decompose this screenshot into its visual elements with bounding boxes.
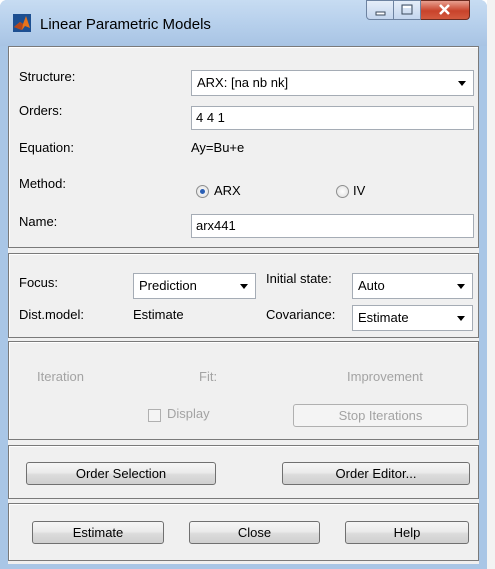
iteration-panel: Iteration Fit: Improvement Display Stop … <box>8 341 479 440</box>
focus-select[interactable]: Prediction <box>133 273 256 299</box>
initial-state-select[interactable]: Auto <box>352 273 473 299</box>
covariance-value: Estimate <box>358 310 409 325</box>
chevron-down-icon <box>237 274 251 298</box>
dialog-content: Structure: ARX: [na nb nk] Orders: 4 4 1… <box>8 46 479 564</box>
options-panel: Focus: Prediction Initial state: Auto Di… <box>8 253 479 338</box>
display-checkbox[interactable] <box>148 409 161 422</box>
order-editor-button[interactable]: Order Editor... <box>282 462 470 485</box>
equation-value: Ay=Bu+e <box>191 140 245 155</box>
structure-label: Structure: <box>19 69 76 84</box>
dist-model-value: Estimate <box>133 307 184 322</box>
structure-panel: Structure: ARX: [na nb nk] Orders: 4 4 1… <box>8 46 479 248</box>
minimize-button[interactable] <box>366 0 394 20</box>
close-window-button[interactable] <box>421 0 470 20</box>
orders-label: Orders: <box>19 103 63 118</box>
maximize-button[interactable] <box>394 0 421 20</box>
name-label: Name: <box>19 214 58 229</box>
radio-arx[interactable] <box>196 185 209 198</box>
chevron-down-icon <box>454 306 468 330</box>
close-icon <box>439 4 450 15</box>
iteration-label: Iteration <box>37 369 84 384</box>
minimize-icon <box>375 11 386 16</box>
covariance-label: Covariance: <box>266 307 336 322</box>
estimate-button[interactable]: Estimate <box>32 521 164 544</box>
focus-label: Focus: <box>19 275 59 290</box>
improvement-label: Improvement <box>347 369 423 384</box>
radio-iv[interactable] <box>336 185 349 198</box>
dialog-window: Linear Parametric Models Structure: ARX:… <box>0 0 487 569</box>
chevron-down-icon <box>455 71 469 95</box>
structure-value: ARX: [na nb nk] <box>197 75 289 90</box>
covariance-select[interactable]: Estimate <box>352 305 473 331</box>
maximize-icon <box>401 4 413 15</box>
method-label: Method: <box>19 176 66 191</box>
orders-input[interactable]: 4 4 1 <box>191 106 474 130</box>
display-label: Display <box>167 406 210 421</box>
focus-value: Prediction <box>139 278 197 293</box>
radio-arx-label: ARX <box>214 183 241 198</box>
matlab-icon <box>13 14 31 32</box>
actions-panel: Estimate Close Help <box>8 503 479 561</box>
structure-select[interactable]: ARX: [na nb nk] <box>191 70 474 96</box>
window-title: Linear Parametric Models <box>40 16 211 33</box>
initial-state-label: Initial state: <box>266 271 332 286</box>
order-selection-button[interactable]: Order Selection <box>26 462 216 485</box>
initial-state-value: Auto <box>358 278 385 293</box>
window-edge <box>487 0 495 569</box>
order-panel: Order Selection Order Editor... <box>8 445 479 499</box>
name-input[interactable]: arx441 <box>191 214 474 238</box>
title-bar[interactable]: Linear Parametric Models <box>0 0 487 46</box>
chevron-down-icon <box>454 274 468 298</box>
close-button[interactable]: Close <box>189 521 320 544</box>
stop-iterations-button[interactable]: Stop Iterations <box>293 404 468 427</box>
help-button[interactable]: Help <box>345 521 469 544</box>
fit-label: Fit: <box>199 369 218 384</box>
dist-model-label: Dist.model: <box>19 307 85 322</box>
radio-iv-label: IV <box>353 183 366 198</box>
equation-label: Equation: <box>19 140 74 155</box>
